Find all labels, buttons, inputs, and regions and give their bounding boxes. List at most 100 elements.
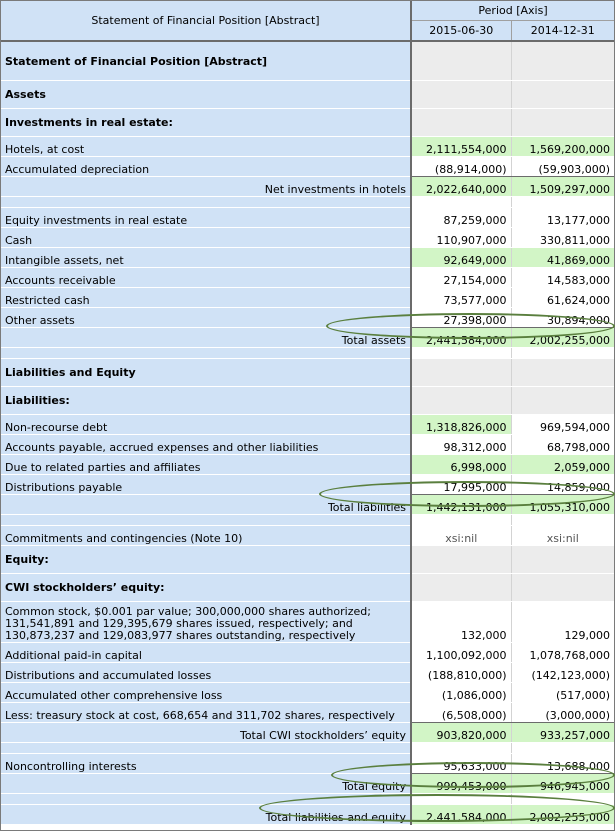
value-2015: 1,100,092,000 — [410, 642, 511, 663]
spacer-cell — [410, 793, 511, 805]
value-2015: xsi:nil — [410, 525, 511, 546]
value-2014: (142,123,000) — [510, 662, 615, 683]
row-label: Accumulated depreciation — [1, 156, 412, 177]
row-label: Less: treasury stock at cost, 668,654 an… — [1, 702, 412, 723]
table-row: CWI stockholders’ equity: — [1, 573, 615, 602]
table-row: Additional paid-in capital 1,100,092,000… — [1, 642, 615, 663]
empty-cell — [510, 358, 615, 387]
empty-cell — [510, 545, 615, 574]
value-2014: (59,903,000) — [510, 156, 615, 177]
spacer-row — [1, 347, 615, 359]
table-row-total-equity: Total equity 999,453,000 946,945,000 — [1, 773, 615, 794]
table-row: Non-recourse debt 1,318,826,000 969,594,… — [1, 414, 615, 435]
table-row-total-liabilities: Total liabilities 1,442,131,000 1,055,31… — [1, 494, 615, 515]
value-2014: 946,945,000 — [510, 773, 615, 794]
table-row: Noncontrolling interests 95,633,000 13,6… — [1, 753, 615, 774]
spacer-cell — [410, 196, 511, 208]
value-2014: 30,894,000 — [510, 307, 615, 328]
value-2014: 2,002,255,000 — [510, 327, 615, 348]
value-2014: 1,055,310,000 — [510, 494, 615, 515]
row-label: Distributions and accumulated losses — [1, 662, 412, 683]
value-2015: 27,398,000 — [410, 307, 511, 328]
table-row-total-liabilities-and-equity: Total liabilities and equity 2,441,584,0… — [1, 804, 615, 825]
spacer-cell — [510, 793, 615, 805]
empty-cell — [510, 80, 615, 109]
row-label: Commitments and contingencies (Note 10) — [1, 525, 412, 546]
value-2014: 933,257,000 — [510, 722, 615, 743]
row-label: Total CWI stockholders’ equity — [1, 722, 412, 743]
table-row: Accounts payable, accrued expenses and o… — [1, 434, 615, 455]
spacer-cell — [1, 196, 412, 208]
value-2015: 27,154,000 — [410, 267, 511, 288]
table-row: Equity: — [1, 545, 615, 574]
empty-cell — [410, 41, 511, 81]
row-label: Accumulated other comprehensive loss — [1, 682, 412, 703]
table-row: Other assets 27,398,000 30,894,000 — [1, 307, 615, 328]
row-label: Total liabilities and equity — [1, 804, 412, 825]
row-label: Due to related parties and affiliates — [1, 454, 412, 475]
value-2015: 2,022,640,000 — [410, 176, 511, 197]
table-row: Intangible assets, net 92,649,000 41,869… — [1, 247, 615, 268]
value-2014: (517,000) — [510, 682, 615, 703]
row-label: Statement of Financial Position [Abstrac… — [1, 41, 412, 81]
row-label: Cash — [1, 227, 412, 248]
value-2015: 2,441,584,000 — [410, 327, 511, 348]
value-2014: 41,869,000 — [510, 247, 615, 268]
value-2015: 6,998,000 — [410, 454, 511, 475]
table-row: Restricted cash 73,577,000 61,624,000 — [1, 287, 615, 308]
row-label: Accounts receivable — [1, 267, 412, 288]
value-2014: 13,688,000 — [510, 753, 615, 774]
value-2015: (6,508,000) — [410, 702, 511, 723]
value-2015: 110,907,000 — [410, 227, 511, 248]
date-header-2015: 2015-06-30 — [410, 20, 511, 42]
value-2015: 17,995,000 — [410, 474, 511, 495]
spacer-cell — [1, 793, 412, 805]
table-row: Accumulated other comprehensive loss (1,… — [1, 682, 615, 703]
row-label: Investments in real estate: — [1, 108, 412, 137]
row-label: Total liabilities — [1, 494, 412, 515]
row-label: Equity investments in real estate — [1, 207, 412, 228]
row-label: Common stock, $0.001 par value; 300,000,… — [1, 601, 412, 643]
table-row: Hotels, at cost 2,111,554,000 1,569,200,… — [1, 136, 615, 157]
value-2015: 95,633,000 — [410, 753, 511, 774]
header-row-period: Statement of Financial Position [Abstrac… — [1, 1, 615, 42]
row-label: Intangible assets, net — [1, 247, 412, 268]
empty-cell — [510, 41, 615, 81]
row-label: Non-recourse debt — [1, 414, 412, 435]
date-header-2014: 2014-12-31 — [510, 20, 615, 42]
row-label: Liabilities and Equity — [1, 358, 412, 387]
value-2014: 61,624,000 — [510, 287, 615, 308]
row-label: Total equity — [1, 773, 412, 794]
table-row: Equity investments in real estate 87,259… — [1, 207, 615, 228]
spacer-cell — [410, 347, 511, 359]
spacer-cell — [1, 514, 412, 526]
empty-cell — [410, 108, 511, 137]
value-2015: 92,649,000 — [410, 247, 511, 268]
value-2014: 1,509,297,000 — [510, 176, 615, 197]
value-2014: xsi:nil — [510, 525, 615, 546]
value-2015: 903,820,000 — [410, 722, 511, 743]
value-2015: 1,318,826,000 — [410, 414, 511, 435]
empty-cell — [410, 386, 511, 415]
row-label: Restricted cash — [1, 287, 412, 308]
empty-cell — [510, 573, 615, 602]
row-label: Additional paid-in capital — [1, 642, 412, 663]
table-row: Total CWI stockholders’ equity 903,820,0… — [1, 722, 615, 743]
table-row: Net investments in hotels 2,022,640,000 … — [1, 176, 615, 197]
value-2014: 14,859,000 — [510, 474, 615, 495]
table-row: Statement of Financial Position [Abstrac… — [1, 41, 615, 81]
spacer-cell — [510, 742, 615, 754]
value-2015: 98,312,000 — [410, 434, 511, 455]
spacer-cell — [1, 742, 412, 754]
spacer-cell — [510, 196, 615, 208]
value-2015: 132,000 — [410, 601, 511, 643]
row-label: Equity: — [1, 545, 412, 574]
period-axis-header: Period [Axis] — [410, 1, 615, 21]
table-row: Distributions payable 17,995,000 14,859,… — [1, 474, 615, 495]
spacer-cell — [510, 514, 615, 526]
spacer-row — [1, 742, 615, 754]
value-2014: 2,002,255,000 — [510, 804, 615, 825]
spacer-cell — [510, 347, 615, 359]
spacer-cell — [410, 514, 511, 526]
value-2014: 1,569,200,000 — [510, 136, 615, 157]
